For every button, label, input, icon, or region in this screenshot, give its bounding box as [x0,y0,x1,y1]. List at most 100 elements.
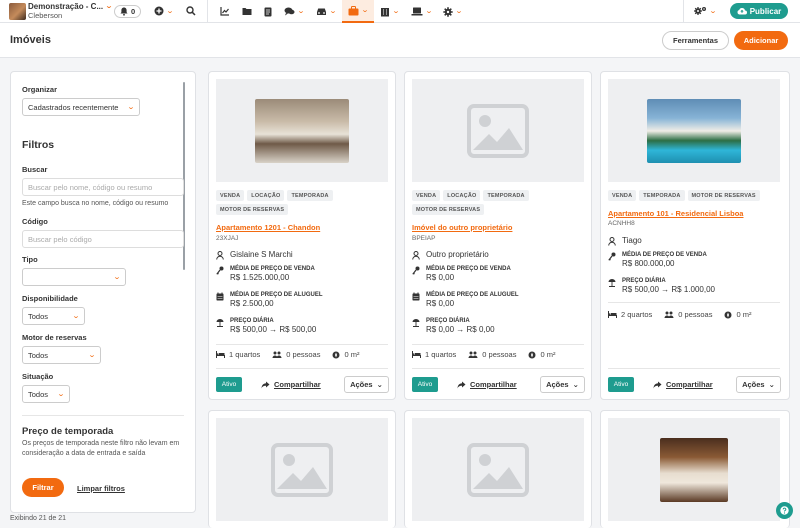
share-link[interactable]: Compartilhar [653,380,713,389]
nav-messages[interactable]: ⌄ [278,0,310,23]
module-nav: ⌄ ⌄ ⌄ ⌄ ⌄ ⌄ [214,0,468,23]
nav-reports[interactable] [214,0,236,23]
property-title-link[interactable]: Apartamento 1201 - Chandon [216,223,320,232]
property-image[interactable] [412,79,584,182]
area-value: 0 m² [344,350,360,359]
season-price-heading: Preço de temporada [22,426,114,437]
arrow-right-icon: → [456,325,465,334]
property-image[interactable] [608,79,780,182]
property-card[interactable]: VENDA LOCAÇÃO TEMPORADA MOTOR DE RESERVA… [208,71,396,400]
divider [683,0,684,23]
availability-select[interactable]: Todos ⌄ [22,307,85,325]
filters-heading: Filtros [22,139,55,151]
image-placeholder-icon [467,103,529,158]
property-image[interactable] [608,418,780,521]
share-label: Compartilhar [470,380,517,389]
clear-filters-link[interactable]: Limpar filtros [77,484,125,493]
bell-icon [120,7,128,16]
key-icon [216,266,224,275]
booking-engine-select[interactable]: Todos ⌄ [22,346,101,364]
top-navbar: Demonstração - C...⌄ Cleberson 0 ⌄ ⌄ ⌄ [0,0,800,23]
sale-price-row: MÉDIA DE PREÇO DE VENDA R$ 800.000,00 [608,251,707,269]
property-card[interactable] [208,410,396,528]
notifications-button[interactable]: 0 [114,5,142,18]
nav-buildings[interactable]: ⌄ [374,0,405,23]
nav-site[interactable]: ⌄ [405,0,438,23]
tag: VENDA [216,190,245,201]
sale-price-row: MÉDIA DE PREÇO DE VENDA R$ 1.525.000,00 [216,265,315,283]
property-title-link[interactable]: Imóvel do outro proprietário [412,223,512,232]
user-name: Cleberson [28,11,63,20]
nav-settings[interactable]: ⌄ [437,0,468,23]
actions-label: Ações [546,380,569,389]
search-help-text: Este campo busca no nome, código ou resu… [22,200,169,207]
gear-icon [443,6,454,17]
chat-icon [284,7,295,16]
arrow-right-icon: → [661,285,670,294]
share-label: Compartilhar [666,380,713,389]
chevron-down-icon: ⌄ [56,390,66,398]
daily-price-from: R$ 500,00 [230,325,267,334]
property-image[interactable] [216,79,388,182]
tag: MOTOR DE RESERVAS [412,204,485,215]
people-count: 0 pessoas [286,350,321,359]
type-select[interactable]: ⌄ [22,268,126,286]
area-icon [528,351,536,358]
quick-add-button[interactable]: ⌄ [154,6,174,16]
owner-row: Gislaine S Marchi [216,250,293,260]
filter-button[interactable]: Filtrar [22,478,64,497]
nav-vehicles[interactable]: ⌄ [310,0,342,23]
divider [216,368,388,369]
actions-dropdown[interactable]: Ações ⌄ [344,376,389,393]
actions-dropdown[interactable]: Ações ⌄ [540,376,585,393]
share-link[interactable]: Compartilhar [261,380,321,389]
tag: TEMPORADA [639,190,685,201]
property-image[interactable] [412,418,584,521]
share-link[interactable]: Compartilhar [457,380,517,389]
organize-select[interactable]: Cadastrados recentemente ⌄ [22,98,140,116]
property-image[interactable] [216,418,388,521]
season-price-help: Os preços de temporada neste filtro não … [22,440,180,457]
nav-documents[interactable] [258,0,278,23]
owner-row: Tiago [608,236,642,246]
situation-select[interactable]: Todos ⌄ [22,385,70,403]
chevron-down-icon: ⌄ [112,273,122,281]
system-settings-button[interactable]: ⌄ [694,6,717,16]
property-card[interactable]: VENDA LOCAÇÃO TEMPORADA MOTOR DE RESERVA… [404,71,592,400]
chevron-down-icon: ⌄ [87,351,97,359]
code-input[interactable]: Buscar pelo código [22,230,184,248]
property-card[interactable] [600,410,790,528]
tools-button[interactable]: Ferramentas [662,31,729,50]
global-search-button[interactable] [186,6,196,16]
property-stats: 1 quartos 0 pessoas 0 m² [412,350,567,359]
code-label: Código [22,217,48,226]
page-title: Imóveis [10,34,51,46]
divider [216,344,388,345]
chevron-down-icon: ⌄ [572,380,579,389]
divider [608,368,780,369]
nav-properties[interactable]: ⌄ [341,0,374,23]
property-photo [647,98,741,163]
actions-dropdown[interactable]: Ações ⌄ [736,376,781,393]
daily-price-label: PREÇO DIÁRIA [622,278,666,284]
search-input[interactable]: Buscar pelo nome, código ou resumo [22,178,184,196]
filters-panel: Organizar Cadastrados recentemente ⌄ Filt… [10,71,196,513]
calendar-icon [216,292,224,301]
chevron-down-icon: ⌄ [424,8,433,15]
divider [608,302,780,303]
company-logo[interactable] [9,3,26,20]
nav-files[interactable] [236,0,258,23]
add-property-button[interactable]: Adicionar [734,31,788,50]
search-label: Buscar [22,165,48,174]
company-switcher[interactable]: Demonstração - C... ⌄ Cleberson [28,2,113,20]
daily-price-label: PREÇO DIÁRIA [426,318,470,324]
chevron-down-icon: ⌄ [328,8,337,15]
property-card[interactable] [404,410,592,528]
property-card[interactable]: VENDA TEMPORADA MOTOR DE RESERVAS Aparta… [600,71,790,400]
help-button[interactable] [776,502,793,519]
actions-label: Ações [350,380,373,389]
publish-button[interactable]: Publicar [730,3,788,19]
rooms-count: 1 quartos [229,350,261,359]
chevron-down-icon: ⌄ [391,8,400,15]
property-title-link[interactable]: Apartamento 101 - Residencial Lisboa [608,209,743,218]
